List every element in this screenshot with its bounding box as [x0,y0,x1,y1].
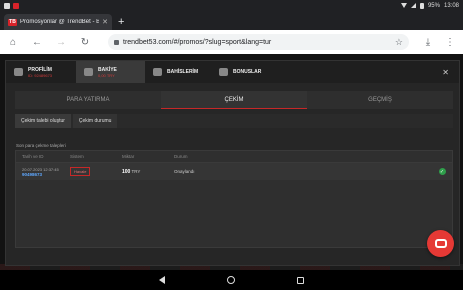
header-amount: Miktar [122,154,135,159]
url-text: trendbet53.com/#/promos/?slug=sport&lang… [123,38,272,46]
modal-header: PROFİLİM ID: 92489673 BAKİYE 0,00 TRY BA… [6,61,459,83]
browser-tab-strip: TB Promosyonlar @ TrendBet - B ✕ + [0,11,463,30]
account-modal: PROFİLİM ID: 92489673 BAKİYE 0,00 TRY BA… [5,60,460,266]
tab-history[interactable]: GEÇMİŞ [307,91,453,109]
clock: 13:08 [443,2,459,9]
cell-status-icon: ✓ [432,168,452,175]
subtab-withdraw-status[interactable]: Çekim durumu [72,114,118,128]
lock-icon [114,39,119,45]
forward-icon[interactable]: → [56,37,66,48]
withdraw-subtabs: Çekim talebi oluştur Çekim durumu [15,114,453,128]
header-bets[interactable]: BAHİSLERİM [145,61,211,83]
header-system: Sistem [70,154,84,159]
profile-label: PROFİLİM [28,66,52,73]
nav-back-icon[interactable] [159,276,165,284]
transaction-tabs: PARA YATIRMA ÇEKİM GEÇMİŞ [15,91,453,109]
home-icon[interactable]: ⌂ [8,37,18,48]
row-id: 90498673 [22,171,43,177]
web-page: PROFİLİM ID: 92489673 BAKİYE 0,00 TRY BA… [0,54,463,270]
reload-icon[interactable]: ↻ [80,37,90,48]
nav-recents-icon[interactable] [297,276,304,284]
chat-icon [434,239,447,248]
bets-label: BAHİSLERİM [167,69,199,75]
app-notification-icon [13,2,19,9]
check-circle-icon: ✓ [438,168,446,175]
tab-withdraw[interactable]: ÇEKİM [161,91,307,109]
wallet-icon [84,68,93,76]
trophy-icon [153,68,162,76]
back-icon[interactable]: ← [32,37,42,48]
row-amount: 100 [122,168,131,175]
cell-system: Havale [70,167,122,176]
header-date-id: Tarih ve ID [22,154,44,159]
table-header: Tarih ve ID Sistem Miktar Durum [16,151,452,163]
live-chat-button[interactable] [427,230,454,257]
table-row[interactable]: 20.07.2023 12:37:45 90498673 Havale 100 … [16,163,452,180]
android-nav-bar [0,270,463,290]
browser-tab[interactable]: TB Promosyonlar @ TrendBet - B ✕ [4,14,112,30]
row-status: Onaylandı [174,169,195,174]
cell-amount: 100 TRY [122,169,174,175]
tab-deposit[interactable]: PARA YATIRMA [15,91,161,109]
new-tab-icon[interactable]: + [118,16,124,28]
header-balance[interactable]: BAKİYE 0,00 TRY [76,61,145,83]
balance-label: BAKİYE [98,66,117,73]
balance-amount: 0,00 TRY [98,72,115,78]
bonus-label: BONUSLAR [233,69,262,75]
system-badge: Havale [70,167,91,176]
header-profile[interactable]: PROFİLİM ID: 92489673 [6,61,76,83]
wifi-icon [400,3,407,8]
subtab-create-request[interactable]: Çekim talebi oluştur [15,114,71,128]
battery-level: 95% [427,2,440,9]
cell-date-id: 20.07.2023 12:37:45 90498673 [16,167,70,177]
profile-icon [14,68,23,76]
menu-kebab-icon[interactable]: ⋮ [445,37,455,48]
site-favicon: TB [8,18,17,26]
profile-id: ID: 92489673 [28,72,53,78]
battery-icon [419,2,424,9]
download-icon[interactable]: ⤓ [423,37,433,48]
tab-title: Promosyonlar @ TrendBet - B [20,19,100,25]
bookmark-star-icon[interactable]: ☆ [395,37,403,48]
browser-toolbar: ⌂ ← → ↻ trendbet53.com/#/promos/?slug=sp… [0,30,463,54]
section-title: Son para çekme talepleri [16,143,66,148]
android-status-bar: 95% 13:08 [0,0,463,11]
close-modal-icon[interactable]: ✕ [432,61,459,83]
close-tab-icon[interactable]: ✕ [102,18,108,26]
signal-icon [410,3,416,8]
withdraw-table: Tarih ve ID Sistem Miktar Durum 20.07.20… [15,150,453,248]
address-bar[interactable]: trendbet53.com/#/promos/?slug=sport&lang… [108,34,409,50]
app-root: 95% 13:08 TB Promosyonlar @ TrendBet - B… [0,0,463,290]
gift-icon [219,68,228,76]
notification-icon [4,2,10,9]
header-status: Durum [174,154,188,159]
row-currency: TRY [131,168,141,174]
nav-home-icon[interactable] [227,276,235,284]
header-bonus[interactable]: BONUSLAR [211,61,291,83]
